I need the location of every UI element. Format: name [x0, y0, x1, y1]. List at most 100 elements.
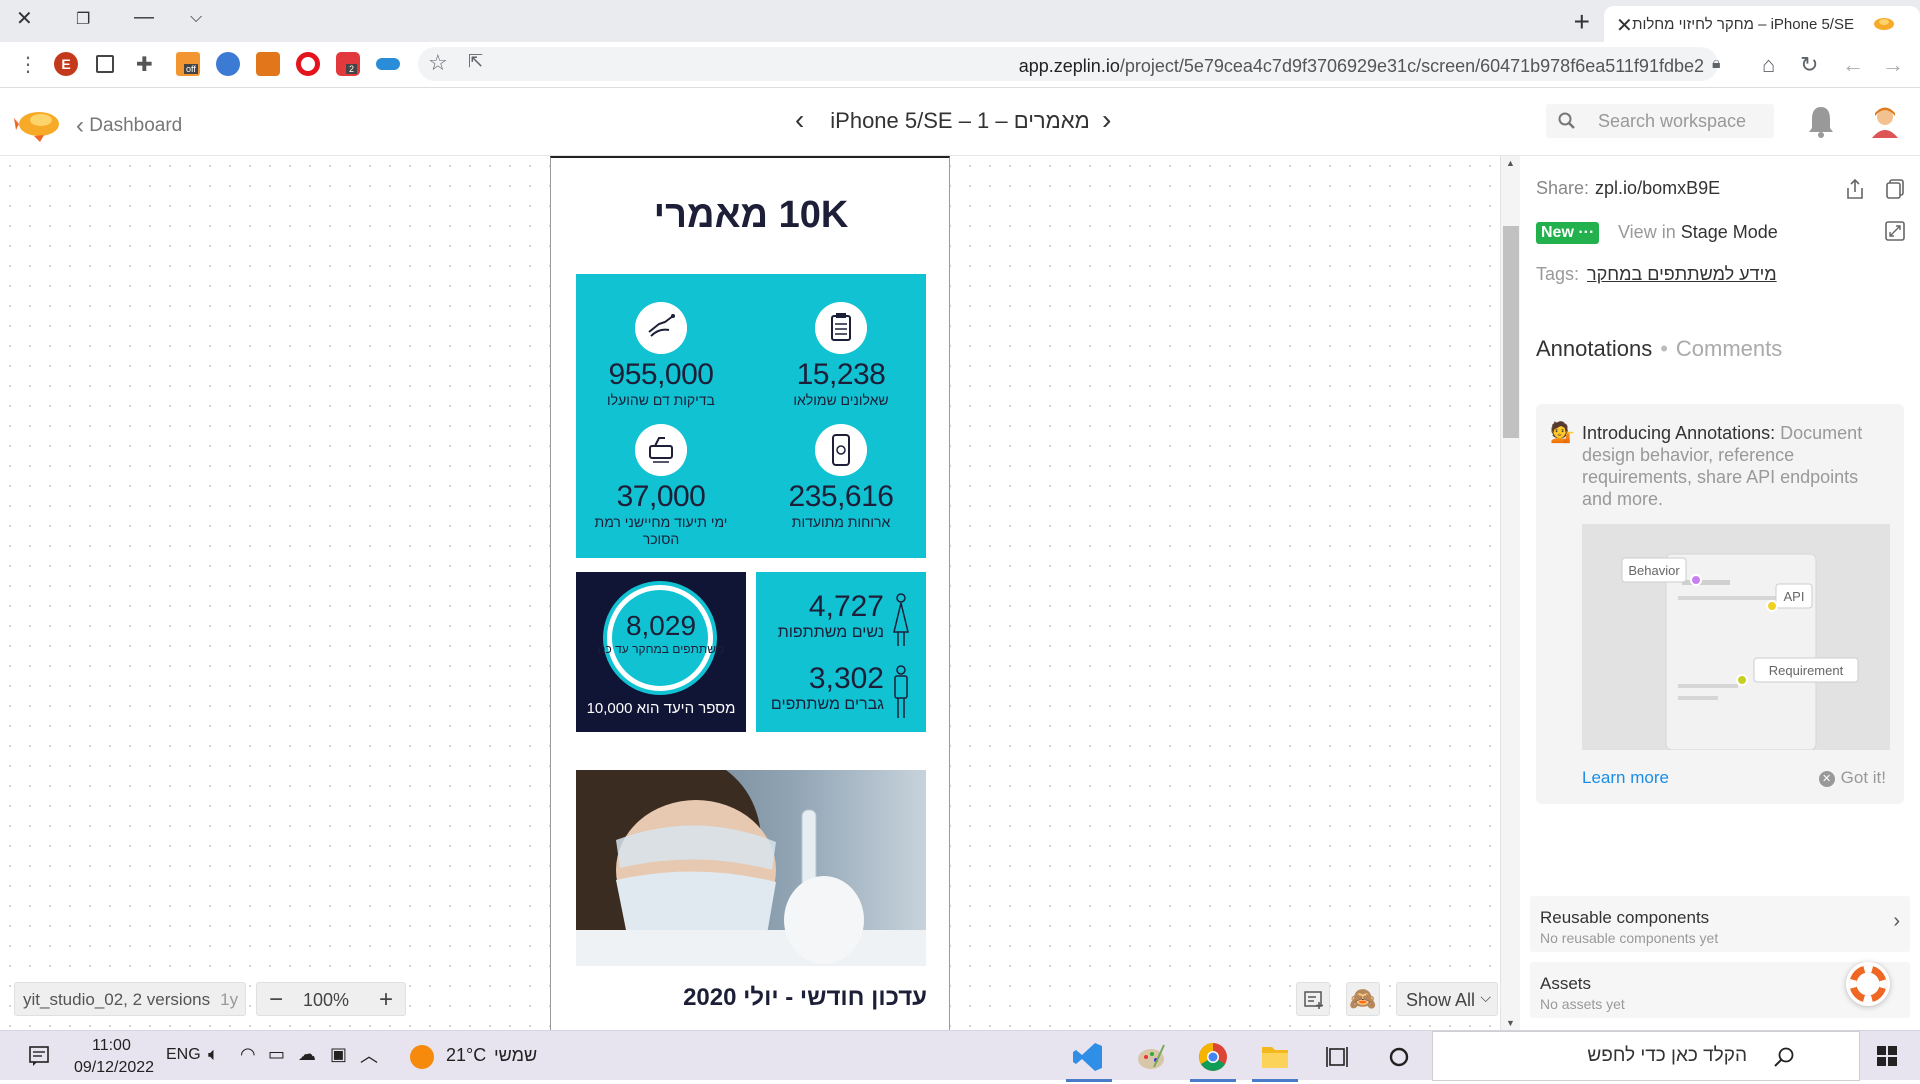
opera-o-icon[interactable] — [296, 52, 320, 76]
show-hidden-icons-chevron-icon[interactable]: ︿ — [360, 1042, 378, 1068]
volume-icon[interactable]: 🔈︎ — [208, 1044, 219, 1065]
clock-date[interactable]: 09/12/2022 — [74, 1059, 154, 1077]
close-window-icon[interactable]: ✕ — [16, 6, 33, 31]
home-icon[interactable]: ⌂ — [1762, 52, 1775, 78]
restore-window-icon[interactable]: ❐ — [76, 9, 90, 29]
annotations-intro-card: 💁 Introducing Annotations: Document desi… — [1536, 404, 1904, 804]
vscode-icon — [1073, 1043, 1102, 1071]
version-selector[interactable]: yit_studio_02, 2 versions 1y — [14, 982, 246, 1016]
learn-more-link[interactable]: Learn more — [1582, 768, 1669, 788]
tab-annotations[interactable]: Annotations — [1536, 336, 1652, 361]
lock-icon[interactable]: 🔒︎ — [1712, 55, 1721, 73]
user-avatar[interactable] — [1868, 104, 1902, 138]
got-it-label: Got it! — [1840, 768, 1886, 787]
person-tipping-hand-icon: 💁 — [1550, 422, 1575, 444]
stat-label: בדיקות דם שהועלו — [607, 392, 715, 408]
help-lifebuoy-icon[interactable] — [1846, 962, 1890, 1006]
more-menu-icon[interactable]: ⋮ — [18, 52, 38, 77]
browser-toolbar: ⋮ E ✚ off 2 ☆ ⇱ app.zeplin.io/project/5e… — [0, 42, 1920, 88]
metamask-fox-icon[interactable] — [256, 52, 280, 76]
sidebar-tabs: Annotations • Comments — [1536, 336, 1782, 362]
share-link[interactable]: zpl.io/bomxB9E — [1595, 178, 1720, 198]
new-tab-button[interactable]: + — [1574, 6, 1590, 38]
workspace-search-input[interactable]: Search workspace — [1546, 104, 1774, 138]
weather-condition[interactable]: שמשי — [494, 1045, 537, 1066]
expand-icon[interactable] — [1884, 220, 1906, 242]
battery-icon[interactable]: ▭ — [268, 1044, 285, 1065]
tab-search-chevron-icon[interactable]: ⌵ — [190, 9, 202, 27]
zoom-out-button[interactable]: − — [269, 986, 283, 1014]
assets-title: Assets — [1540, 974, 1592, 993]
stage-mode-link[interactable]: View in Stage Mode — [1618, 222, 1778, 243]
network-icon[interactable]: ◠ — [240, 1044, 256, 1065]
scroll-down-arrow-icon[interactable]: ▼ — [1506, 1018, 1515, 1028]
extensions-puzzle-icon[interactable]: ✚ — [136, 52, 153, 77]
tab-comments[interactable]: Comments — [1676, 336, 1782, 361]
url-text[interactable]: app.zeplin.io/project/5e79cea4c7d9f37069… — [1019, 56, 1704, 77]
onedrive-cloud-icon[interactable] — [376, 58, 400, 70]
taskbar-file-explorer[interactable] — [1248, 1035, 1302, 1082]
reload-icon[interactable]: ↻ — [1800, 52, 1818, 78]
scroll-up-arrow-icon[interactable]: ▲ — [1506, 158, 1515, 168]
onedrive-tray-icon[interactable]: ☁︎ — [298, 1044, 316, 1065]
participants-goal: מספר היעד הוא 10,000 — [586, 700, 736, 717]
bookmark-star-icon[interactable]: ☆ — [428, 50, 448, 76]
clock-time[interactable]: 11:00 — [92, 1037, 131, 1055]
globe-extension-icon[interactable] — [216, 52, 240, 76]
notifications-bell-icon[interactable] — [1808, 104, 1834, 138]
show-all-label: Show All — [1406, 990, 1476, 1010]
task-view-icon — [1326, 1047, 1348, 1067]
taskbar-vscode[interactable] — [1062, 1035, 1116, 1082]
extension-off-icon[interactable]: off — [176, 52, 200, 76]
share-label: Share: — [1536, 178, 1590, 198]
add-note-button[interactable] — [1296, 982, 1330, 1016]
paint-palette-icon — [1138, 1044, 1165, 1069]
reusable-components-section[interactable]: Reusable components No reusable componen… — [1530, 896, 1910, 952]
active-browser-tab[interactable]: ✕ iPhone 5/SE – מחקר לחיזוי מחלות — [1604, 6, 1920, 42]
taskbar-chrome[interactable] — [1186, 1035, 1240, 1082]
copy-icon[interactable] — [1884, 178, 1906, 200]
tags-row: Tags: מידע למשתתפים במחקר — [1536, 264, 1777, 285]
taskbar-cortana[interactable] — [1372, 1035, 1426, 1079]
sun-weather-icon[interactable] — [410, 1045, 434, 1069]
device-tray-icon[interactable]: ▣ — [330, 1044, 347, 1065]
participants-panel: 8,029 משתתפים במחקר עד כה מספר היעד הוא … — [576, 572, 746, 732]
sidebar-toggle-icon[interactable] — [96, 55, 114, 73]
taskbar-paint[interactable] — [1124, 1035, 1178, 1079]
phone-artboard[interactable]: 10K מאמרי 15,238 שאלונים שמולאו 955,000 … — [550, 156, 950, 1030]
scrollbar-thumb[interactable] — [1503, 226, 1519, 438]
weather-temperature[interactable]: 21°C — [446, 1045, 486, 1066]
windows-start-icon[interactable] — [1876, 1045, 1898, 1067]
version-age: 1y — [220, 990, 239, 1009]
men-count: 3,302 — [808, 662, 884, 695]
forward-arrow-icon[interactable]: → — [1882, 52, 1904, 78]
share-page-icon[interactable]: ⇱ — [468, 51, 483, 72]
adblock-plus-icon[interactable]: 2 — [336, 52, 360, 76]
windows-taskbar: 11:00 09/12/2022 ENG 🔈︎ ◠ ▭ ☁︎ ▣ ︿ 21°C … — [0, 1030, 1920, 1082]
next-screen-chevron-icon[interactable]: › — [1102, 104, 1111, 136]
got-it-button[interactable]: ✕ Got it! — [1818, 768, 1886, 788]
tag-link[interactable]: מידע למשתתפים במחקר — [1587, 264, 1777, 284]
canvas-scrollbar[interactable]: ▲ ▼ — [1500, 156, 1520, 1030]
show-all-dropdown[interactable]: Show All ⌵ — [1396, 982, 1498, 1016]
input-language[interactable]: ENG — [166, 1046, 201, 1064]
notification-center-icon[interactable] — [28, 1045, 50, 1067]
export-icon[interactable] — [1844, 178, 1866, 200]
folder-icon — [1262, 1047, 1288, 1068]
taskbar-search-box[interactable]: הקלד כאן כדי לחפש — [1432, 1031, 1860, 1081]
minimize-window-icon[interactable]: — — [134, 6, 154, 29]
see-no-evil-monkey-icon[interactable]: 🙈 — [1346, 982, 1380, 1016]
zoom-in-button[interactable]: + — [379, 986, 393, 1014]
close-tab-icon[interactable]: ✕ — [1616, 13, 1633, 38]
share-row: Share: zpl.io/bomxB9E — [1536, 178, 1720, 199]
profile-avatar[interactable]: E — [54, 52, 78, 76]
glucose-sensor-icon — [635, 424, 687, 476]
women-count: 4,727 — [808, 590, 884, 623]
taskbar-task-view[interactable] — [1310, 1035, 1364, 1079]
back-arrow-icon[interactable]: ← — [1842, 52, 1864, 78]
behavior-tag: Behavior — [1628, 563, 1680, 578]
note-icon — [1304, 991, 1323, 1009]
tab-title: iPhone 5/SE – מחקר לחיזוי מחלות — [1632, 16, 1854, 33]
taskbar-search-placeholder: הקלד כאן כדי לחפש — [1587, 1045, 1747, 1066]
zeplin-header: ‹ Dashboard ‹ iPhone 5/SE – 1 – מאמרים ›… — [0, 88, 1920, 156]
